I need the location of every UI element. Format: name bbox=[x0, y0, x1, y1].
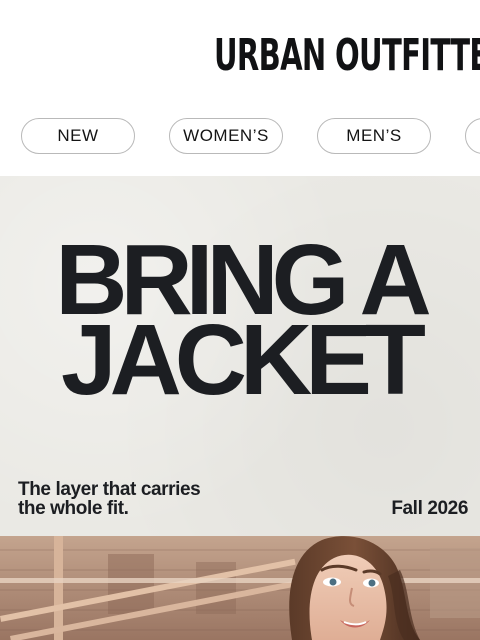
hero-subcopy: The layer that carries the whole fit. bbox=[18, 479, 201, 519]
model-photo-illustration bbox=[0, 536, 480, 640]
nav-pill-womens[interactable]: WOMEN’S bbox=[169, 118, 283, 154]
nav-pill-label: WOMEN’S bbox=[183, 126, 269, 145]
hero-subcopy-line-1: The layer that carries bbox=[18, 479, 201, 500]
nav-pill-label: MEN’S bbox=[346, 126, 402, 145]
nav-pill-mens[interactable]: MEN’S bbox=[317, 118, 431, 154]
email-header: URBAN OUTFITTERS NEW WOMEN’S MEN’S bbox=[0, 0, 480, 176]
brand-logo[interactable]: URBAN OUTFITTERS bbox=[214, 30, 480, 82]
nav-pill-label: NEW bbox=[57, 126, 99, 145]
hero-headline-line-2: JACKET bbox=[60, 304, 426, 416]
hero-subcopy-line-2: the whole fit. bbox=[18, 498, 129, 519]
season-label: Fall 2026 bbox=[391, 498, 468, 519]
model-photo[interactable] bbox=[0, 536, 480, 640]
nav-pill-next[interactable] bbox=[465, 118, 480, 154]
hero-banner[interactable]: BRING A JACKET The layer that carries th… bbox=[0, 176, 480, 536]
nav-pill-new[interactable]: NEW bbox=[21, 118, 135, 154]
